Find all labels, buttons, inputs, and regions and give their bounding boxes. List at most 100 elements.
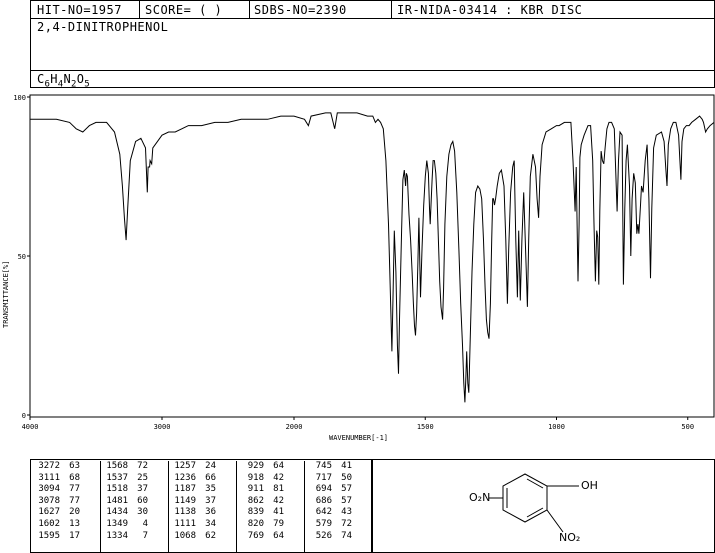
peak-wavenumber: 642	[315, 507, 332, 518]
peak-wavenumber: 745	[315, 461, 332, 471]
peak-row: 1257 24	[172, 461, 216, 473]
peak-transmittance: 4	[142, 518, 148, 529]
peak-wavenumber: 820	[247, 518, 264, 529]
sdbs-no: SDBS-NO=2390	[254, 3, 347, 17]
y-tick-label: 50	[18, 253, 26, 261]
peak-column-separator	[304, 461, 305, 553]
peak-transmittance: 81	[273, 484, 284, 495]
peak-wavenumber: 1068	[174, 530, 196, 541]
peak-wavenumber: 1334	[106, 530, 128, 541]
peak-row: 862 42	[240, 496, 284, 508]
structure-diagram	[489, 473, 579, 533]
peak-row: 1349 4	[104, 519, 148, 531]
peak-transmittance: 30	[137, 507, 148, 518]
peak-wavenumber: 1349	[106, 518, 128, 529]
x-tick-label: 2000	[286, 423, 303, 431]
header-separator	[139, 1, 140, 19]
peak-row: 3272 63	[36, 461, 80, 473]
peak-row: 1481 60	[104, 496, 148, 508]
hydroxyl-label: OH	[581, 479, 598, 492]
peak-transmittance: 72	[137, 461, 148, 471]
peak-row: 526 74	[308, 531, 352, 543]
peak-row: 745 41	[308, 461, 352, 473]
peak-row: 3078 77	[36, 496, 80, 508]
peak-transmittance: 24	[205, 461, 216, 471]
compound-info-box: 2,4-DINITROPHENOL C6H4N2O5	[30, 18, 715, 89]
peak-transmittance: 17	[69, 530, 80, 541]
peak-transmittance: 57	[341, 495, 352, 506]
ring-double-bond	[526, 507, 544, 518]
peak-transmittance: 79	[273, 518, 284, 529]
peak-row: 1595 17	[36, 531, 80, 543]
peak-wavenumber: 1257	[174, 461, 196, 471]
x-tick-label: 4000	[22, 423, 39, 431]
ring-double-bond	[526, 478, 544, 489]
header-separator	[249, 1, 250, 19]
peak-wavenumber: 1111	[174, 518, 196, 529]
peak-transmittance: 68	[69, 472, 80, 483]
peak-transmittance: 43	[341, 507, 352, 518]
peak-row: 1149 37	[172, 496, 216, 508]
peak-row: 929 64	[240, 461, 284, 473]
y-tick-label: 100	[13, 94, 26, 102]
peak-row: 820 79	[240, 519, 284, 531]
formula-divider	[31, 70, 714, 71]
peak-transmittance: 62	[205, 530, 216, 541]
peak-wavenumber: 862	[247, 495, 264, 506]
peak-wavenumber: 694	[315, 484, 332, 495]
peak-row: 1138 36	[172, 507, 216, 519]
peak-transmittance: 37	[137, 484, 148, 495]
peak-column: 929 64 918 42 911 81 862 42 839 41 820 79 769 64	[240, 461, 284, 542]
peak-wavenumber: 769	[247, 530, 264, 541]
peak-row: 1068 62	[172, 531, 216, 543]
x-tick-label: 3000	[154, 423, 171, 431]
peak-transmittance: 7	[142, 530, 148, 541]
peak-transmittance: 25	[137, 472, 148, 483]
peak-row: 1111 34	[172, 519, 216, 531]
peak-transmittance: 34	[205, 518, 216, 529]
peak-wavenumber: 839	[247, 507, 264, 518]
peak-row: 1518 37	[104, 484, 148, 496]
peak-wavenumber: 1602	[38, 518, 60, 529]
peak-row: 686 57	[308, 496, 352, 508]
peak-column-separator	[100, 461, 101, 553]
peak-wavenumber: 1236	[174, 472, 196, 483]
peak-wavenumber: 1187	[174, 484, 196, 495]
bond-to-bottom-group	[546, 509, 564, 533]
peak-transmittance: 74	[341, 530, 352, 541]
peak-wavenumber: 686	[315, 495, 332, 506]
left-nitro-label: O₂N	[469, 491, 491, 504]
y-tick-label: 0	[22, 412, 26, 420]
peak-row: 769 64	[240, 531, 284, 543]
peak-transmittance: 64	[273, 461, 284, 471]
peak-row: 3094 77	[36, 484, 80, 496]
peak-row: 1568 72	[104, 461, 148, 473]
peak-wavenumber: 1627	[38, 507, 60, 518]
peak-row: 1334 7	[104, 531, 148, 543]
peak-row: 694 57	[308, 484, 352, 496]
peak-column-separator	[236, 461, 237, 553]
peak-row: 1434 30	[104, 507, 148, 519]
peak-transmittance: 72	[341, 518, 352, 529]
peak-transmittance: 35	[205, 484, 216, 495]
peak-wavenumber: 1518	[106, 484, 128, 495]
peak-wavenumber: 1481	[106, 495, 128, 506]
peak-wavenumber: 929	[247, 461, 264, 471]
peak-wavenumber: 1138	[174, 507, 196, 518]
hit-no: HIT-NO=1957	[37, 3, 122, 17]
peak-row: 1187 35	[172, 484, 216, 496]
peak-row: 642 43	[308, 507, 352, 519]
peak-wavenumber: 1434	[106, 507, 128, 518]
peak-transmittance: 42	[273, 495, 284, 506]
peak-transmittance: 77	[69, 495, 80, 506]
x-axis-label: WAVENUMBER[-1]	[329, 434, 388, 442]
peak-row: 579 72	[308, 519, 352, 531]
peak-wavenumber: 911	[247, 484, 264, 495]
peak-row: 3111 68	[36, 473, 80, 485]
peak-transmittance: 20	[69, 507, 80, 518]
peak-wavenumber: 579	[315, 518, 332, 529]
peak-wavenumber: 1149	[174, 495, 196, 506]
peak-row: 717 50	[308, 473, 352, 485]
peak-transmittance: 37	[205, 495, 216, 506]
peak-transmittance: 50	[341, 472, 352, 483]
